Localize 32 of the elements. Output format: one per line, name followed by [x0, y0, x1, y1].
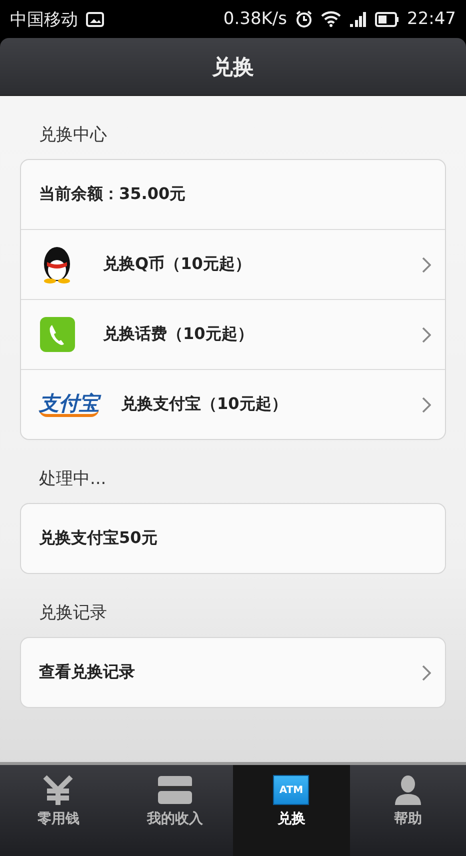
cards-icon: [156, 775, 193, 805]
signal-icon: [349, 11, 367, 27]
phone-icon: [40, 317, 74, 352]
image-icon: [86, 12, 104, 26]
tab[interactable]: ATM 兑换: [233, 765, 350, 856]
person-icon: [394, 775, 422, 805]
row-label: 兑换支付宝50元: [39, 528, 158, 549]
yen-icon: [42, 775, 74, 805]
section-title: 兑换中心: [38, 124, 108, 147]
row-label: 查看兑换记录: [39, 662, 135, 683]
row-label: 兑换Q币（10元起）: [103, 254, 251, 275]
payment-logo: 支付宝: [39, 392, 99, 416]
tab[interactable]: 零用钱: [0, 765, 116, 856]
atm-icon: ATM: [273, 775, 310, 805]
chevron-icon[interactable]: [422, 396, 431, 412]
chevron-icon[interactable]: [422, 326, 431, 342]
section-title: 处理中...: [38, 468, 108, 491]
tab[interactable]: 帮助: [350, 765, 466, 856]
alarm-icon: [295, 10, 313, 28]
network-speed: 0.38K/s: [223, 9, 287, 29]
row-label: 兑换话费（10元起）: [103, 324, 254, 345]
section-title: 兑换记录: [38, 602, 108, 625]
row-label: 当前余额：35.00元: [39, 184, 186, 205]
page-title: 兑换: [212, 54, 254, 80]
chevron-icon[interactable]: [422, 664, 431, 680]
row-label: 兑换支付宝（10元起）: [121, 394, 288, 415]
chevron-icon[interactable]: [422, 256, 431, 272]
tab[interactable]: 我的收入: [116, 765, 233, 856]
carrier-name: 中国移动: [10, 8, 78, 30]
clock-time: 22:47: [407, 9, 456, 29]
battery-icon: [375, 12, 399, 26]
wifi-icon: [321, 11, 341, 27]
